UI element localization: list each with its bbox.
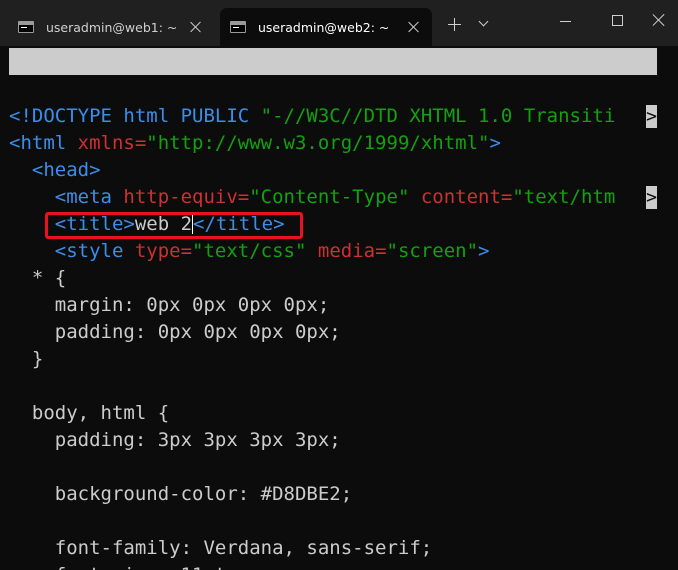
code-token: > (478, 240, 490, 262)
code-line: } (9, 346, 657, 373)
code-token: body, html { (9, 402, 170, 424)
code-token: margin: 0px 0px 0px 0px; (9, 294, 330, 316)
line-truncated-marker: > (646, 186, 657, 209)
code-token: } (9, 348, 44, 370)
code-line: * { (9, 265, 657, 292)
code-line: font-size: 11pt; (9, 562, 657, 570)
code-token: <meta (9, 186, 124, 208)
code-line: <head> (9, 157, 657, 184)
code-line: padding: 3px 3px 3px 3px; (9, 427, 657, 454)
code-token: type= (134, 240, 193, 262)
code-token: "text/htm (512, 186, 616, 208)
terminal-icon (230, 21, 246, 33)
code-token: padding: 0px 0px 0px 0px; (9, 321, 341, 343)
code-line: margin: 0px 0px 0px 0px; (9, 292, 657, 319)
close-icon[interactable] (408, 21, 420, 33)
code-token: "screen" (386, 240, 479, 262)
code-line: <meta http-equiv="Content-Type" content=… (9, 184, 657, 211)
code-token: font-size: 11pt; (9, 564, 238, 570)
code-token: <style (9, 240, 135, 262)
tab-label: useradmin@web2: ~ (258, 19, 390, 35)
code-token: * { (9, 267, 67, 289)
code-token: </title> (193, 213, 285, 235)
editor-text-area[interactable]: <!DOCTYPE html PUBLIC "-//W3C//DTD XHTML… (9, 103, 657, 570)
tab-label: useradmin@web1: ~ (46, 19, 178, 35)
code-line: <style type="text/css" media="screen"> (9, 238, 657, 265)
code-token: media= (317, 240, 387, 262)
code-token: <title> (9, 213, 135, 235)
line-truncated-marker: > (646, 105, 657, 128)
code-token: > (489, 132, 501, 154)
maximize-icon[interactable] (612, 15, 623, 26)
title-bar: useradmin@web1: ~ useradmin@web2: ~ (0, 0, 678, 46)
code-line: padding: 0px 0px 0px 0px; (9, 319, 657, 346)
nano-header-bar: GNU nano 5.4/var/www/html/index.html * (9, 48, 657, 99)
plus-icon[interactable] (444, 14, 466, 36)
code-line: <title>web 2</title> (9, 211, 657, 238)
code-token: background-color: #D8DBE2; (9, 483, 353, 505)
code-token: <!DOCTYPE html PUBLIC (9, 105, 261, 127)
code-token: xmlns= (77, 132, 147, 154)
code-token: content= (420, 186, 513, 208)
minimize-icon[interactable] (560, 21, 571, 23)
code-line: font-family: Verdana, sans-serif; (9, 535, 657, 562)
window-close-icon[interactable] (652, 13, 666, 27)
code-token: "Content-Type" (249, 186, 421, 208)
code-token: "http://www.w3.org/1999/xhtml" (146, 132, 490, 154)
code-line: background-color: #D8DBE2; (9, 481, 657, 508)
tab-web2[interactable]: useradmin@web2: ~ (220, 8, 432, 46)
code-token: <html (9, 132, 78, 154)
close-icon[interactable] (190, 21, 202, 33)
code-line: <!DOCTYPE html PUBLIC "-//W3C//DTD XHTML… (9, 103, 657, 130)
terminal-icon (18, 21, 34, 33)
code-token: <head> (9, 159, 101, 181)
code-token: padding: 3px 3px 3px 3px; (9, 429, 341, 451)
nano-version: GNU nano 5.4 (55, 77, 194, 99)
code-line: body, html { (9, 400, 657, 427)
tab-web1[interactable]: useradmin@web1: ~ (8, 8, 214, 46)
code-token: "text/css" (192, 240, 318, 262)
code-token: web 2 (134, 213, 193, 235)
file-path: /var/www/html/index.html (227, 77, 502, 99)
chevron-down-icon[interactable] (474, 14, 494, 34)
modified-marker: * (513, 77, 526, 99)
code-line: <html xmlns="http://www.w3.org/1999/xhtm… (9, 130, 657, 157)
code-token: "-//W3C//DTD XHTML 1.0 Transiti (260, 105, 616, 127)
code-token: font-family: Verdana, sans-serif; (9, 537, 433, 559)
code-token: http-equiv= (123, 186, 250, 208)
